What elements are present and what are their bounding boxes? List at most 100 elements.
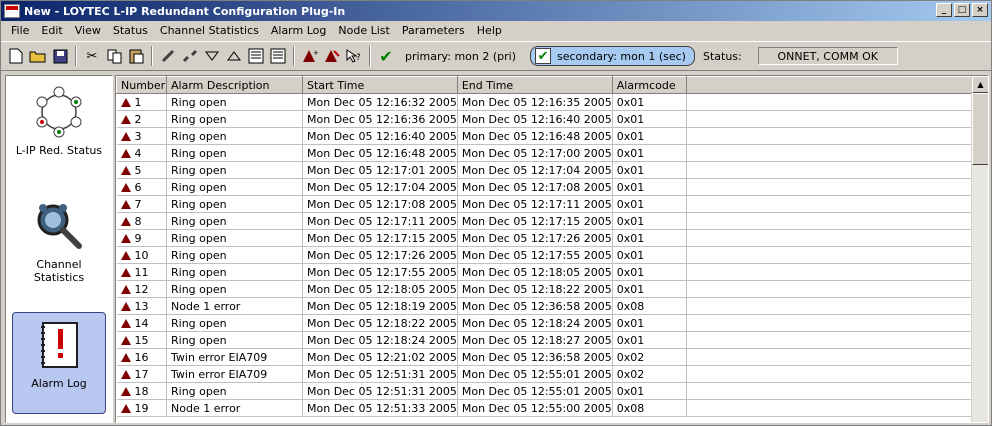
collapse-icon[interactable] — [201, 45, 223, 67]
menu-status[interactable]: Status — [107, 24, 154, 37]
table-row[interactable]: 16 Twin error EIA709 Mon Dec 05 12:21:02 2… — [116, 348, 983, 366]
alarm-warning-icon — [120, 352, 131, 362]
menu-alarm-log[interactable]: Alarm Log — [265, 24, 333, 37]
cell-alarm-description: Ring open — [166, 382, 303, 400]
cell-start-time: Mon Dec 05 12:16:48 2005 — [302, 144, 458, 162]
maximize-button[interactable]: □ — [954, 3, 970, 17]
open-icon[interactable] — [27, 45, 49, 67]
table-row[interactable]: 2 Ring open Mon Dec 05 12:16:36 2005 Mon De… — [116, 110, 983, 128]
cell-filler — [686, 161, 983, 179]
table-row[interactable]: 5 Ring open Mon Dec 05 12:17:01 2005 Mon De… — [116, 161, 983, 179]
cell-end-time: Mon Dec 05 12:18:24 2005 — [457, 314, 613, 332]
column-header-number[interactable]: Number — [116, 76, 167, 94]
table-row[interactable]: 12 Ring open Mon Dec 05 12:18:05 2005 Mon D… — [116, 280, 983, 298]
app-icon — [4, 4, 20, 18]
help-icon[interactable]: ? — [343, 45, 365, 67]
table-header-row: Number Alarm Description Start Time End … — [116, 76, 983, 94]
cell-number-text: 8 — [134, 214, 142, 228]
table-row[interactable]: 18 Ring open Mon Dec 05 12:51:31 2005 Mon D… — [116, 382, 983, 400]
table-row[interactable]: 19 Node 1 error Mon Dec 05 12:51:33 2005 Mo… — [116, 399, 983, 417]
cell-number: 14 — [116, 314, 167, 332]
menu-parameters[interactable]: Parameters — [396, 24, 471, 37]
menu-channel-statistics[interactable]: Channel Statistics — [154, 24, 265, 37]
cell-alarmcode: 0x01 — [612, 144, 687, 162]
menu-view[interactable]: View — [69, 24, 107, 37]
cell-alarm-description-text: Node 1 error — [171, 299, 241, 313]
expand-icon[interactable] — [223, 45, 245, 67]
column-header-end-time[interactable]: End Time — [456, 76, 613, 94]
cell-alarmcode: 0x01 — [612, 280, 687, 298]
cell-end-time: Mon Dec 05 12:17:08 2005 — [457, 178, 613, 196]
cell-alarm-description: Ring open — [166, 246, 303, 264]
alarm-warning-icon — [120, 97, 131, 107]
close-button[interactable]: × — [972, 3, 988, 17]
cell-alarm-description-text: Ring open — [171, 180, 227, 194]
table-row[interactable]: 8 Ring open Mon Dec 05 12:17:11 2005 Mon De… — [116, 212, 983, 230]
table-row[interactable]: 15 Ring open Mon Dec 05 12:18:24 2005 Mon D… — [116, 331, 983, 349]
alarm-add-icon[interactable]: + — [299, 45, 321, 67]
disconnect-icon[interactable] — [179, 45, 201, 67]
sidebar-item-channel-statistics[interactable]: Channel Statistics — [12, 194, 106, 294]
sidebar-item-alarm-log[interactable]: Alarm Log — [12, 312, 106, 414]
cell-end-time-text: Mon Dec 05 12:16:35 2005 — [461, 95, 612, 109]
table-row[interactable]: 13 Node 1 error Mon Dec 05 12:18:19 2005 Mo… — [116, 297, 983, 315]
table-row[interactable]: 10 Ring open Mon Dec 05 12:17:26 2005 Mon D… — [116, 246, 983, 264]
new-icon[interactable] — [5, 45, 27, 67]
scroll-up-button[interactable]: ▲ — [972, 76, 988, 93]
cell-number-text: 1 — [134, 95, 142, 109]
connect-icon[interactable] — [157, 45, 179, 67]
secondary-monitor-indicator[interactable]: ✔ secondary: mon 1 (sec) — [530, 46, 695, 66]
column-header-start-time[interactable]: Start Time — [302, 76, 458, 94]
cell-start-time-text: Mon Dec 05 12:18:19 2005 — [307, 299, 457, 313]
cell-alarmcode-text: 0x02 — [616, 367, 645, 381]
save-icon[interactable] — [49, 45, 71, 67]
cell-alarmcode-text: 0x01 — [616, 163, 645, 177]
paste-icon[interactable] — [125, 45, 147, 67]
table-row[interactable]: 6 Ring open Mon Dec 05 12:17:04 2005 Mon De… — [116, 178, 983, 196]
cell-start-time-text: Mon Dec 05 12:18:05 2005 — [307, 282, 457, 296]
cell-alarmcode: 0x01 — [612, 246, 687, 264]
menu-help[interactable]: Help — [471, 24, 508, 37]
scroll-thumb[interactable] — [972, 93, 988, 165]
cell-start-time: Mon Dec 05 12:51:31 2005 — [302, 382, 458, 400]
table-row[interactable]: 4 Ring open Mon Dec 05 12:16:48 2005 Mon De… — [116, 144, 983, 162]
cut-icon[interactable]: ✂ — [81, 45, 103, 67]
import-icon[interactable] — [267, 45, 289, 67]
table-row[interactable]: 7 Ring open Mon Dec 05 12:17:08 2005 Mon De… — [116, 195, 983, 213]
cell-alarm-description-text: Ring open — [171, 146, 227, 160]
cell-number: 12 — [116, 280, 167, 298]
menu-file[interactable]: File — [5, 24, 35, 37]
menu-edit[interactable]: Edit — [35, 24, 68, 37]
cell-alarmcode-text: 0x01 — [616, 282, 645, 296]
secondary-monitor-label: secondary: mon 1 (sec) — [557, 49, 686, 63]
copy-icon[interactable] — [103, 45, 125, 67]
cell-number: 13 — [116, 297, 167, 315]
sidebar-item-lip-red-status[interactable]: L-IP Red. Status — [12, 80, 106, 184]
vertical-scrollbar[interactable]: ▲ — [971, 76, 988, 422]
table-row[interactable]: 11 Ring open Mon Dec 05 12:17:55 2005 Mon D… — [116, 263, 983, 281]
cell-end-time-text: Mon Dec 05 12:18:24 2005 — [461, 316, 612, 330]
window-controls: _ □ × — [936, 3, 988, 17]
export-icon[interactable] — [245, 45, 267, 67]
title-bar[interactable]: New - LOYTEC L-IP Redundant Configuratio… — [1, 1, 991, 21]
cell-number-text: 9 — [134, 231, 142, 245]
table-row[interactable]: 9 Ring open Mon Dec 05 12:17:15 2005 Mon De… — [116, 229, 983, 247]
cell-alarmcode: 0x01 — [612, 178, 687, 196]
cell-alarm-description: Ring open — [166, 195, 303, 213]
table-row[interactable]: 3 Ring open Mon Dec 05 12:16:40 2005 Mon De… — [116, 127, 983, 145]
table-row[interactable]: 1 Ring open Mon Dec 05 12:16:32 2005 Mon De… — [116, 93, 983, 111]
table-row[interactable]: 17 Twin error EIA709 Mon Dec 05 12:51:31 2… — [116, 365, 983, 383]
alarm-warning-icon — [120, 386, 131, 396]
cell-alarmcode-text: 0x01 — [616, 112, 645, 126]
check-icon[interactable]: ✔ — [375, 45, 397, 67]
table-row[interactable]: 14 Ring open Mon Dec 05 12:18:22 2005 Mon D… — [116, 314, 983, 332]
menu-node-list[interactable]: Node List — [332, 24, 395, 37]
minimize-button[interactable]: _ — [936, 3, 952, 17]
column-header-alarmcode[interactable]: Alarmcode — [611, 76, 687, 94]
cell-filler — [686, 229, 983, 247]
alarm-clear-icon[interactable] — [321, 45, 343, 67]
column-header-alarm-description[interactable]: Alarm Description — [166, 76, 303, 94]
alarm-warning-icon — [120, 216, 131, 226]
cell-alarmcode: 0x01 — [612, 127, 687, 145]
cell-start-time: Mon Dec 05 12:18:22 2005 — [302, 314, 458, 332]
